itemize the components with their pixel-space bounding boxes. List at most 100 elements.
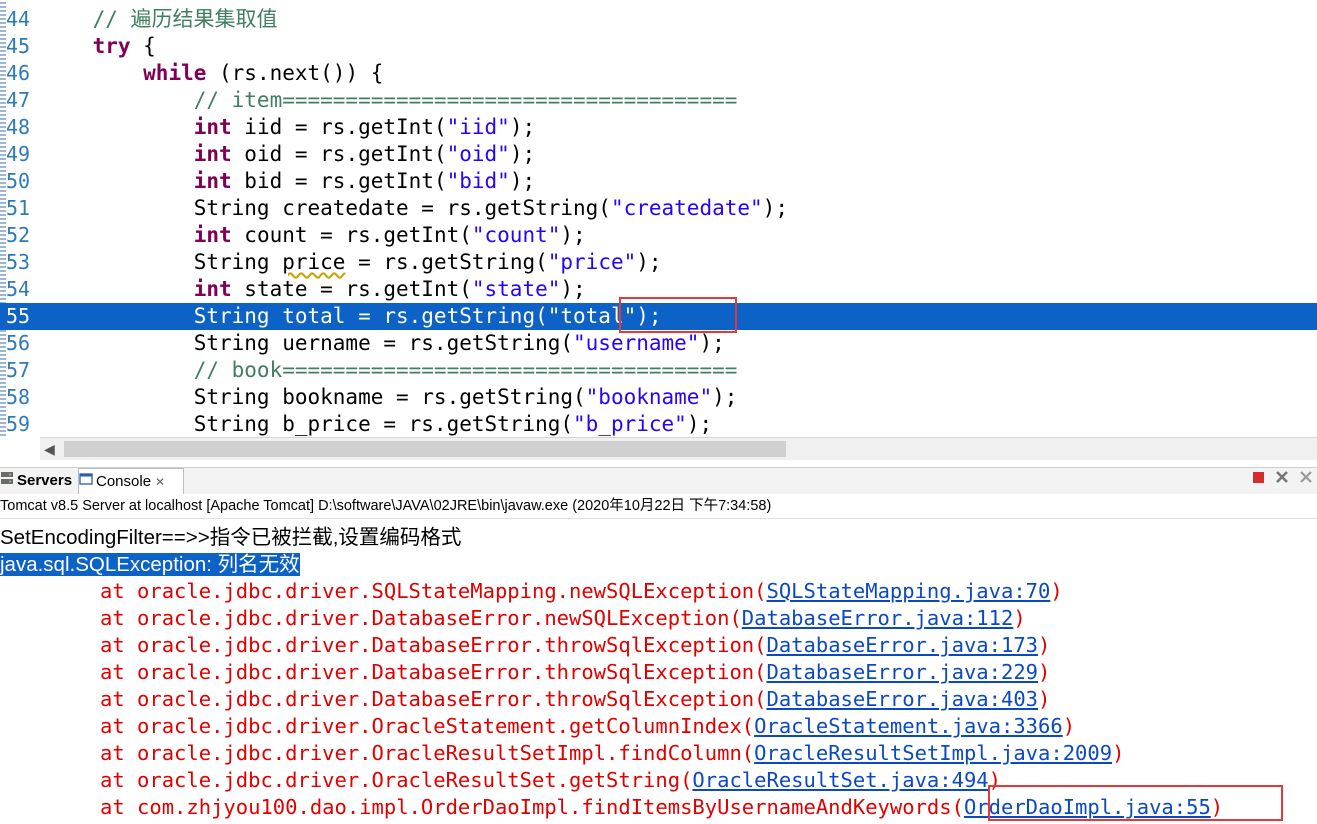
code-line[interactable]: 45 try { (0, 33, 1317, 60)
console-icon (79, 469, 93, 495)
code-text: int oid = rs.getInt("oid"); (42, 141, 535, 168)
remove-launch-icon[interactable] (1275, 471, 1289, 488)
stack-frame-method: at oracle.jdbc.driver.SQLStateMapping.ne… (100, 579, 755, 603)
code-token: "username" (573, 331, 700, 355)
code-token: state = rs.getInt( (231, 277, 472, 301)
view-tab-bar: Servers Console ✕ (0, 467, 1317, 494)
code-token: = rs.getString( (345, 250, 548, 274)
stack-frame-method: at oracle.jdbc.driver.DatabaseError.thro… (100, 687, 755, 711)
code-token: ); (560, 277, 586, 301)
code-line[interactable]: 52 int count = rs.getInt("count"); (0, 222, 1317, 249)
editor-horizontal-scrollbar[interactable]: ◀ (40, 437, 1317, 460)
line-number: 45 (6, 34, 31, 58)
code-token: ); (699, 331, 725, 355)
console-output[interactable]: SetEncodingFilter==>>指令已被拦截,设置编码格式 java.… (0, 519, 1317, 824)
code-text: // 遍历结果集取值 (42, 6, 278, 33)
scroll-left-icon[interactable]: ◀ (44, 438, 55, 460)
line-number: 50 (6, 169, 31, 193)
tab-console[interactable]: Console ✕ (78, 468, 184, 494)
code-line[interactable]: 50 int bid = rs.getInt("bid"); (0, 168, 1317, 195)
stack-frame-link[interactable]: OracleResultSetImpl.java:2009 (754, 741, 1112, 765)
code-text: String total = rs.getString("total"); (42, 303, 662, 330)
annotation-box-total (619, 297, 737, 333)
code-line[interactable]: 58 String bookname = rs.getString("bookn… (0, 384, 1317, 411)
code-line[interactable]: 53 String price = rs.getString("price"); (0, 249, 1317, 276)
code-text: String price = rs.getString("price"); (42, 249, 662, 276)
code-token: int (193, 277, 232, 301)
stack-frame-method: at oracle.jdbc.driver.DatabaseError.thro… (100, 633, 755, 657)
exception-class: java.sql.SQLException (0, 553, 207, 576)
code-token: iid = rs.getInt( (231, 115, 447, 139)
stack-frame-link[interactable]: DatabaseError.java:173 (766, 633, 1038, 657)
code-token: try (92, 34, 131, 58)
code-token: "iid" (446, 115, 510, 139)
code-text: String uername = rs.getString("username"… (42, 330, 725, 357)
code-line[interactable]: 57 // book==============================… (0, 357, 1317, 384)
code-editor[interactable]: 44 // 遍历结果集取值 45 try {46 while (rs.next()… (0, 0, 1317, 437)
line-number: 53 (6, 250, 31, 274)
code-line[interactable]: 49 int oid = rs.getInt("oid"); (0, 141, 1317, 168)
code-line[interactable]: 48 int iid = rs.getInt("iid"); (0, 114, 1317, 141)
code-token: String uername = rs.getString( (193, 331, 574, 355)
stack-frame-link[interactable]: OracleStatement.java:3366 (754, 714, 1063, 738)
code-token: ); (686, 412, 713, 436)
exception-message: : 列名无效 (206, 553, 300, 576)
stack-frame-method: at oracle.jdbc.driver.DatabaseError.newS… (100, 606, 730, 630)
code-token: // 遍历结果集取值 (92, 7, 278, 31)
remove-all-icon[interactable] (1299, 471, 1313, 488)
code-token: { (130, 34, 156, 58)
code-line[interactable]: 59 String b_price = rs.getString("b_pric… (0, 411, 1317, 437)
tab-servers[interactable]: Servers (0, 468, 74, 494)
code-text: while (rs.next()) { (42, 60, 383, 87)
view-toolbar (1246, 467, 1313, 493)
terminate-icon[interactable] (1252, 471, 1265, 488)
code-text: // item=================================… (42, 87, 738, 114)
code-token: "count" (471, 223, 561, 247)
line-number: 57 (6, 358, 31, 382)
stack-frame-link[interactable]: OracleResultSet.java:494 (692, 768, 988, 792)
close-icon[interactable]: ✕ (155, 475, 165, 489)
line-number: 56 (6, 331, 31, 355)
code-token: String (193, 250, 283, 274)
scrollbar-thumb[interactable] (64, 441, 786, 457)
stack-frame-link[interactable]: SQLStateMapping.java:70 (766, 579, 1050, 603)
stack-frame: at oracle.jdbc.driver.OracleResultSet.ge… (100, 768, 1001, 792)
tab-console-label: Console (96, 473, 152, 490)
code-token: price (282, 250, 346, 274)
stack-frame: at oracle.jdbc.driver.SQLStateMapping.ne… (100, 579, 1063, 603)
code-line[interactable]: 44 // 遍历结果集取值 (0, 6, 1317, 33)
stack-frame: at oracle.jdbc.driver.DatabaseError.thro… (100, 687, 1051, 711)
code-line[interactable]: 51 String createdate = rs.getString("cre… (0, 195, 1317, 222)
code-text: int bid = rs.getInt("bid"); (42, 168, 535, 195)
code-token: // book=================================… (193, 358, 738, 382)
code-token: String bookname = rs.getString( (193, 385, 586, 409)
stack-frame-link[interactable]: DatabaseError.java:403 (766, 687, 1038, 711)
stack-frame: at oracle.jdbc.driver.OracleResultSetImp… (100, 741, 1125, 765)
stack-frame-link[interactable]: DatabaseError.java:112 (742, 606, 1014, 630)
stack-frame: at oracle.jdbc.driver.OracleStatement.ge… (100, 714, 1076, 738)
stack-frame-link[interactable]: DatabaseError.java:229 (766, 660, 1038, 684)
code-text: String b_price = rs.getString("b_price")… (42, 411, 712, 437)
servers-icon (0, 468, 14, 494)
code-token: "bookname" (585, 385, 713, 409)
code-line[interactable]: 56 String uername = rs.getString("userna… (0, 330, 1317, 357)
exception-line[interactable]: java.sql.SQLException: 列名无效 (0, 551, 300, 578)
line-number: 48 (6, 115, 31, 139)
code-token: "bid" (446, 169, 510, 193)
code-line[interactable]: 46 while (rs.next()) { (0, 60, 1317, 87)
line-number: 51 (6, 196, 31, 220)
code-text: int state = rs.getInt("state"); (42, 276, 586, 303)
code-line[interactable]: 47 // item==============================… (0, 87, 1317, 114)
